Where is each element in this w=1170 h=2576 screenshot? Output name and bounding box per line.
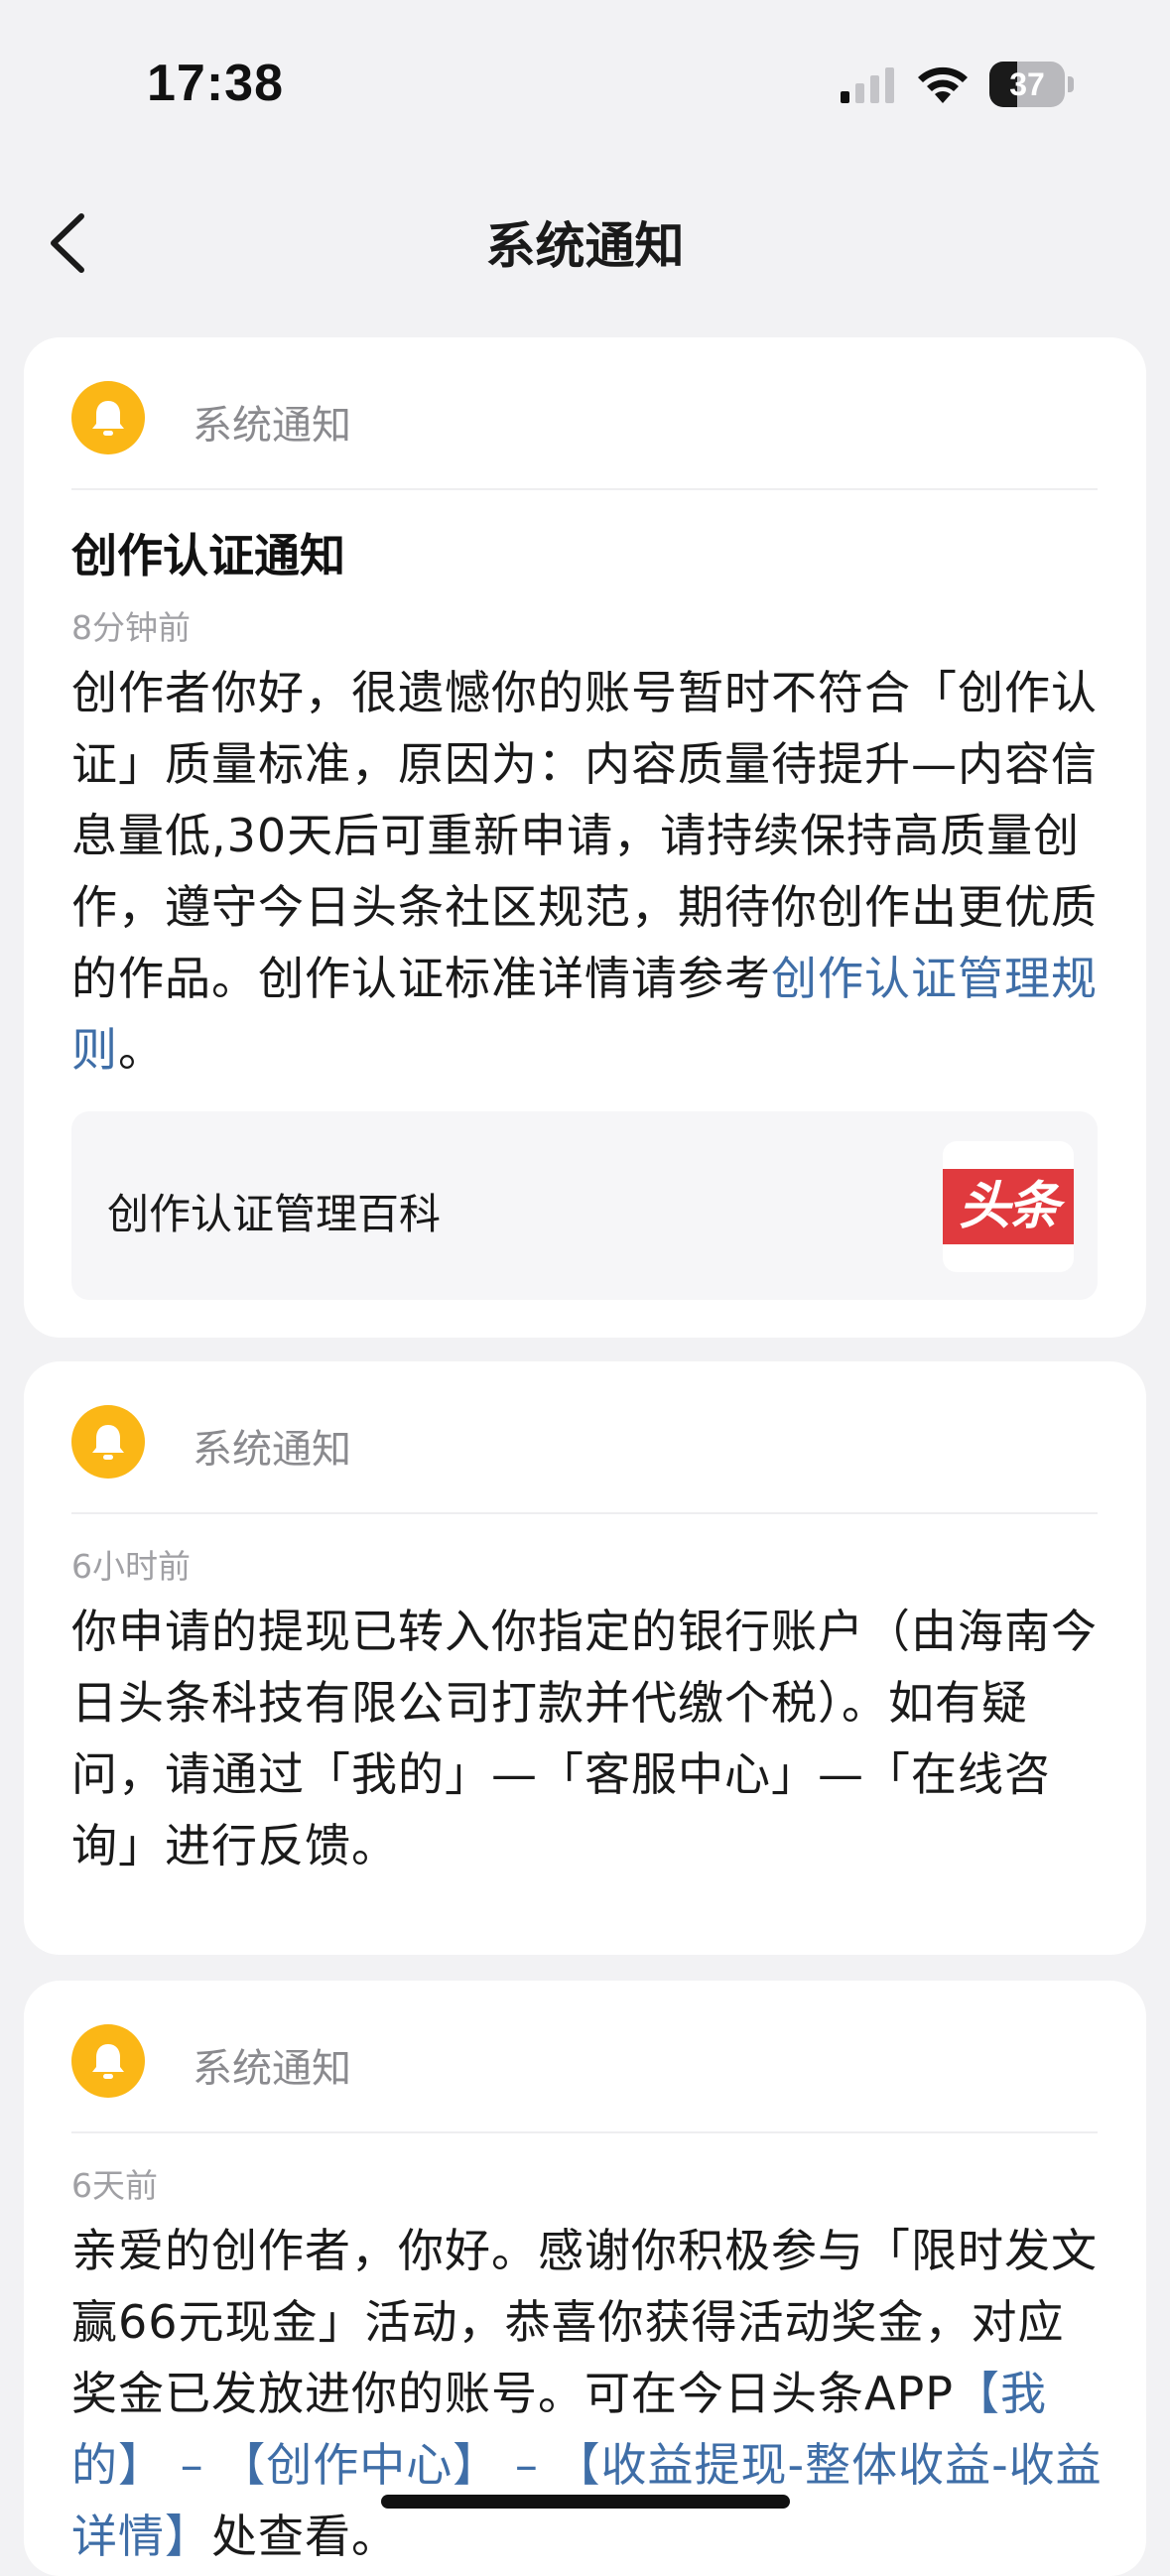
notification-sender: 系统通知 [193, 403, 351, 449]
notification-header: 系统通知 [71, 1405, 1104, 1481]
home-indicator[interactable] [381, 2495, 790, 2509]
status-time: 17:38 [147, 55, 284, 112]
notification-body: 亲爱的创作者，你好。感谢你积极参与「限时发文 赢66元现金」活动，恭喜你获得活动… [71, 2215, 1104, 2572]
cellular-signal-icon [841, 67, 894, 103]
divider [71, 2131, 1098, 2133]
encyclopedia-link-card[interactable]: 创作认证管理百科 头条 [71, 1111, 1098, 1300]
notification-card[interactable]: 系统通知 6小时前 你申请的提现已转入你指定的银行账户（由海南今日头条科技有限公… [24, 1361, 1146, 1955]
link-card-label: 创作认证管理百科 [107, 1190, 442, 1238]
notification-sender: 系统通知 [193, 1427, 351, 1473]
bell-icon [71, 381, 145, 454]
status-bar: 17:38 37 [0, 0, 1170, 169]
wifi-icon [918, 66, 968, 103]
notification-time: 6小时前 [71, 1547, 191, 1586]
body-text: 亲爱的创作者，你好。感谢你积极参与「限时发文 赢66元现金」活动，恭喜你获得活动… [71, 2224, 1098, 2420]
body-end: 。 [118, 1023, 165, 1077]
notification-body: 你申请的提现已转入你指定的银行账户（由海南今日头条科技有限公司打款并代缴个税）。… [71, 1605, 1098, 1872]
notification-card[interactable]: 系统通知 6天前 亲爱的创作者，你好。感谢你积极参与「限时发文 赢66元现金」活… [24, 1981, 1146, 2576]
notification-header: 系统通知 [71, 2024, 1104, 2100]
battery-icon: 37 [989, 62, 1075, 107]
toutiao-logo: 头条 [943, 1141, 1074, 1272]
page-title: 系统通知 [485, 217, 685, 275]
notification-title: 创作认证通知 [71, 529, 345, 582]
divider [71, 1512, 1098, 1514]
notification-header: 系统通知 [71, 381, 1104, 456]
notification-card[interactable]: 系统通知 创作认证通知 8分钟前 创作者你好，很遗憾你的账号暂时不符合「创作认证… [24, 337, 1146, 1338]
notification-sender: 系统通知 [193, 2046, 351, 2092]
notification-time: 6天前 [71, 2166, 158, 2205]
bell-icon [71, 1405, 145, 1479]
body-end: 处查看。 [211, 2510, 398, 2563]
toutiao-logo-text: 头条 [943, 1169, 1074, 1244]
notification-body: 创作者你好，很遗憾你的账号暂时不符合「创作认证」质量标准，原因为：内容质量待提升… [71, 657, 1104, 1086]
divider [71, 488, 1098, 490]
notification-time: 8分钟前 [71, 608, 191, 647]
battery-level-text: 37 [1009, 66, 1045, 102]
bell-icon [71, 2024, 145, 2098]
